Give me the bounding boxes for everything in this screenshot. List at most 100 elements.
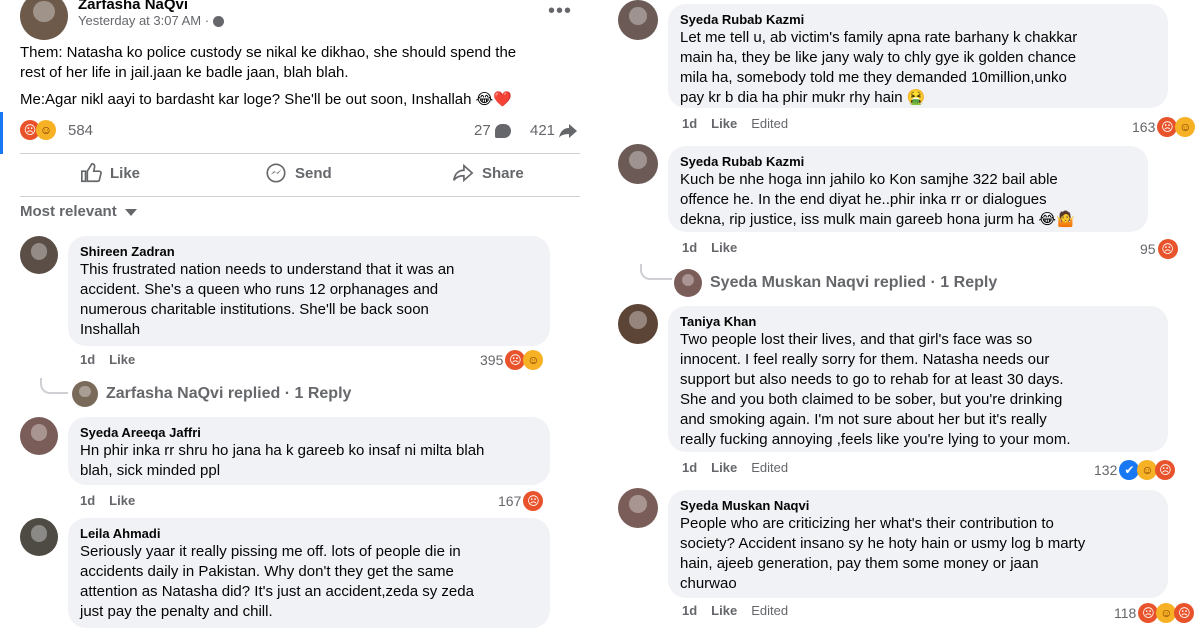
comment-count[interactable]: 27 [474, 122, 511, 139]
caret-down-icon [124, 208, 137, 216]
share-button-label: Share [482, 164, 524, 182]
more-options-icon[interactable]: ••• [548, 0, 572, 23]
commenter-name[interactable]: Leila Ahmadi [80, 525, 538, 542]
haha-icon: ☺ [36, 120, 56, 140]
like-button[interactable]: Like [80, 162, 140, 184]
comment-bubble: Syeda Rubab Kazmi Kuch be nhe hoga inn j… [668, 146, 1148, 232]
comment-text-line: This frustrated nation needs to understa… [80, 261, 455, 278]
commenter-avatar[interactable] [618, 488, 658, 528]
comment-text-line: churwao [680, 575, 737, 592]
comment-text-line: accident. She's a queen who runs 12 orph… [80, 281, 439, 298]
commenter-avatar[interactable] [618, 0, 658, 40]
angry-icon: ☹ [1174, 603, 1195, 623]
comment-text-line: main ha, they be like jany waly to chly … [680, 49, 1077, 66]
haha-icon: ☺ [523, 350, 544, 370]
comment-text-line: numerous charitable institutions. She'll… [80, 301, 429, 318]
comment-text-line: hain, ajeeb generation, pay them some mo… [680, 555, 1039, 572]
comment-meta: 1d Like [80, 493, 149, 508]
view-replies-link[interactable]: Zarfasha NaQvi replied · 1 Reply [72, 381, 351, 407]
commenter-name[interactable]: Syeda Areeqa Jaffri [80, 424, 538, 441]
comment-reaction-count: 163 [1132, 119, 1156, 135]
commenter-avatar[interactable] [618, 304, 658, 344]
reply-thread-line [40, 378, 68, 394]
comment-text-line: offence he. In the end diyat he..phir in… [680, 191, 1047, 208]
sort-comments-button[interactable]: Most relevant [20, 203, 137, 220]
sort-label: Most relevant [20, 203, 117, 220]
reaction-icons[interactable]: ☹ ☺ [20, 120, 56, 140]
commenter-name[interactable]: Taniya Khan [680, 313, 1156, 330]
post-text-line: Them: Natasha ko police custody se nikal… [20, 44, 517, 61]
comments-panel: Syeda Rubab Kazmi Let me tell u, ab vict… [600, 0, 1200, 628]
comment-bubble: Shireen Zadran This frustrated nation ne… [68, 236, 550, 346]
share-count-text: 421 [530, 122, 556, 139]
edited-label[interactable]: Edited [751, 603, 788, 618]
post-time[interactable]: Yesterday at 3:07 AM · [78, 13, 224, 28]
comment-reaction-count: 167 [498, 493, 522, 509]
comment-like-button[interactable]: Like [711, 603, 737, 618]
commenter-avatar[interactable] [618, 144, 658, 184]
comment-reaction-count: 395 [480, 352, 504, 368]
comment-meta: 1d Like [80, 352, 149, 367]
commenter-name[interactable]: Syeda Muskan Naqvi [680, 497, 1156, 514]
comment-reaction-count: 132 [1094, 462, 1118, 478]
reaction-count[interactable]: 584 [68, 122, 93, 139]
comment-meta: 1d Like Edited [682, 603, 802, 618]
comment-like-button[interactable]: Like [109, 493, 135, 508]
comment-text-line: really fucking annoying ,feels like you'… [680, 431, 1071, 448]
comment-like-button[interactable]: Like [711, 240, 737, 255]
comment-reactions[interactable]: 132 ✔ ☺ ☹ [1094, 460, 1176, 480]
comment-count-text: 27 [474, 122, 491, 139]
edited-label[interactable]: Edited [751, 116, 788, 131]
comment-bubble: Leila Ahmadi Seriously yaar it really pi… [68, 518, 550, 628]
share-count[interactable]: 421 [530, 122, 578, 139]
comment-time[interactable]: 1d [682, 460, 697, 475]
send-button[interactable]: Send [265, 162, 332, 184]
share-icon [453, 163, 474, 183]
divider [20, 153, 580, 154]
post-author[interactable]: Zarfasha NaQvi [78, 0, 188, 13]
comment-reactions[interactable]: 395 ☹ ☺ [480, 350, 544, 370]
comment-like-button[interactable]: Like [711, 116, 737, 131]
comment-text-line: support but also needs to go to rehab fo… [680, 371, 1064, 388]
view-replies-link[interactable]: Syeda Muskan Naqvi replied · 1 Reply [674, 269, 997, 297]
comment-text-line: pay kr b dia ha phir mukr rhy hain 🤮 [680, 89, 926, 106]
replier-avatar [674, 269, 702, 297]
comment-text-line: Let me tell u, ab victim's family apna r… [680, 29, 1078, 46]
globe-icon [212, 16, 224, 28]
comment-reactions[interactable]: 118 ☹ ☺ ☹ [1114, 603, 1195, 623]
comment-reactions[interactable]: 163 ☹ ☺ [1132, 117, 1196, 137]
comment-reactions[interactable]: 95 ☹ [1140, 239, 1178, 259]
comment-reactions[interactable]: 167 ☹ [498, 491, 544, 511]
comment-meta: 1d Like Edited [682, 116, 802, 131]
comment-time[interactable]: 1d [682, 116, 697, 131]
commenter-avatar[interactable] [20, 236, 58, 274]
comment-meta: 1d Like Edited [682, 460, 802, 475]
commenter-name[interactable]: Shireen Zadran [80, 243, 538, 260]
comment-text-line: and smoking again. I'm not sure about he… [680, 411, 1047, 428]
comment-text-line: Kuch be nhe hoga inn jahilo ko Kon samjh… [680, 171, 1058, 188]
comment-text-line: Inshallah [80, 321, 141, 338]
comment-time[interactable]: 1d [682, 603, 697, 618]
haha-icon: ☺ [1175, 117, 1196, 137]
comment-like-button[interactable]: Like [711, 460, 737, 475]
comment-text-line: She and you both claimed to be sober, bu… [680, 391, 1063, 408]
comment-time[interactable]: 1d [80, 352, 95, 367]
author-avatar[interactable] [20, 0, 68, 40]
commenter-avatar[interactable] [20, 417, 58, 455]
comment-time[interactable]: 1d [682, 240, 697, 255]
like-button-label: Like [110, 164, 141, 182]
commenter-name[interactable]: Syeda Rubab Kazmi [680, 153, 1136, 170]
angry-icon: ☹ [1138, 603, 1159, 623]
commenter-name[interactable]: Syeda Rubab Kazmi [680, 11, 1156, 28]
comment-text-line: attention as Natasha did? It's just an a… [80, 583, 474, 600]
commenter-avatar[interactable] [20, 518, 58, 556]
comment-like-button[interactable]: Like [109, 352, 135, 367]
post-time-text[interactable]: Yesterday at 3:07 AM · [78, 13, 209, 28]
comment-text-line: just pay the penalty and chill. [80, 603, 273, 620]
edited-label[interactable]: Edited [751, 460, 788, 475]
share-button[interactable]: Share [452, 162, 524, 184]
view-replies-text: Zarfasha NaQvi replied · 1 Reply [106, 385, 352, 402]
comment-text-line: accidents daily in Pakistan. Why don't t… [80, 563, 454, 580]
comment-time[interactable]: 1d [80, 493, 95, 508]
share-arrow-icon [559, 123, 578, 138]
